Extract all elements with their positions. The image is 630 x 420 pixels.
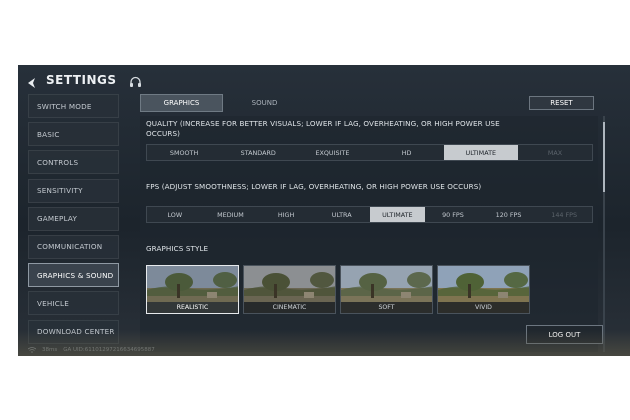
quality-option-standard[interactable]: STANDARD bbox=[221, 145, 295, 160]
page-title: SETTINGS bbox=[46, 73, 117, 87]
quality-selector: SMOOTH STANDARD EXQUISITE HD ULTIMATE MAX bbox=[146, 144, 593, 161]
graphics-style-cinematic[interactable]: CINEMATIC bbox=[243, 265, 336, 314]
status-bar: 38ms GA UID:61101297216634695887 bbox=[27, 347, 155, 353]
graphics-style-realistic[interactable]: REALISTIC bbox=[146, 265, 239, 314]
fps-option-medium[interactable]: MEDIUM bbox=[203, 207, 259, 222]
sidebar-item-controls[interactable]: CONTROLS bbox=[28, 150, 119, 175]
settings-sidebar: SWITCH MODE BASIC CONTROLS SENSITIVITY G… bbox=[28, 94, 119, 348]
fps-option-ultimate[interactable]: ULTIMATE bbox=[369, 207, 426, 222]
tab-sound[interactable]: SOUND bbox=[223, 94, 306, 112]
sidebar-item-switch-mode[interactable]: SWITCH MODE bbox=[28, 94, 119, 118]
graphics-style-label: CINEMATIC bbox=[244, 302, 335, 313]
sidebar-item-gameplay[interactable]: GAMEPLAY bbox=[28, 206, 119, 231]
graphics-style-label: REALISTIC bbox=[147, 302, 238, 313]
quality-option-smooth[interactable]: SMOOTH bbox=[147, 145, 221, 160]
fps-option-low[interactable]: LOW bbox=[147, 207, 203, 222]
wifi-icon bbox=[27, 347, 37, 353]
graphics-style-label: GRAPHICS STYLE bbox=[146, 244, 209, 253]
scrollbar-thumb[interactable] bbox=[603, 122, 605, 192]
quality-option-max: MAX bbox=[547, 148, 563, 157]
graphics-style-label: SOFT bbox=[341, 302, 432, 313]
tab-graphics[interactable]: GRAPHICS bbox=[140, 94, 223, 112]
graphics-style-vivid[interactable]: VIVID bbox=[437, 265, 530, 314]
reset-button[interactable]: RESET bbox=[529, 96, 594, 110]
fps-selector: LOW MEDIUM HIGH ULTRA ULTIMATE 90 FPS 120 FPS 1… bbox=[146, 206, 593, 223]
quality-option-exquisite[interactable]: EXQUISITE bbox=[295, 145, 369, 160]
fps-option-ultra[interactable]: ULTRA bbox=[314, 207, 370, 222]
settings-content: GRAPHICS SOUND RESET QUALITY (INCREASE F… bbox=[140, 94, 620, 352]
uid-text: GA UID:61101297216634695887 bbox=[63, 347, 155, 353]
sidebar-item-sensitivity[interactable]: SENSITIVITY bbox=[28, 178, 119, 203]
graphics-style-options: REALISTIC CINEMATIC SOFT VIVID bbox=[146, 265, 530, 314]
headset-icon[interactable] bbox=[129, 74, 142, 87]
header: SETTINGS bbox=[26, 69, 142, 91]
sidebar-item-download-center[interactable]: DOWNLOAD CENTER bbox=[28, 319, 119, 344]
fps-option-90-fps[interactable]: 90 FPS bbox=[425, 207, 481, 222]
ping-value: 38ms bbox=[42, 347, 58, 353]
back-arrow-icon[interactable] bbox=[26, 74, 38, 88]
graphics-style-soft[interactable]: SOFT bbox=[340, 265, 433, 314]
logout-button[interactable]: LOG OUT bbox=[526, 325, 603, 344]
sidebar-item-vehicle[interactable]: VEHICLE bbox=[28, 291, 119, 316]
quality-option-hd[interactable]: HD bbox=[370, 145, 444, 160]
sidebar-item-communication[interactable]: COMMUNICATION bbox=[28, 234, 119, 259]
graphics-style-label: VIVID bbox=[438, 302, 529, 313]
sidebar-item-basic[interactable]: BASIC bbox=[28, 122, 119, 147]
quality-label: QUALITY (INCREASE FOR BETTER VISUALS; LO… bbox=[146, 119, 500, 138]
fps-option-high[interactable]: HIGH bbox=[258, 207, 314, 222]
quality-option-ultimate[interactable]: ULTIMATE bbox=[443, 145, 518, 160]
settings-screen: SETTINGS SWITCH MODE BASIC CONTROLS SENS… bbox=[18, 65, 630, 356]
fps-option-120-fps[interactable]: 120 FPS bbox=[481, 207, 537, 222]
fps-option-144-fps: 144 FPS bbox=[551, 210, 578, 219]
sidebar-item-graphics-sound[interactable]: GRAPHICS & SOUND bbox=[28, 263, 119, 288]
fps-label: FPS (ADJUST SMOOTHNESS; LOWER IF LAG, OV… bbox=[146, 182, 482, 191]
tab-bar: GRAPHICS SOUND bbox=[140, 94, 306, 112]
